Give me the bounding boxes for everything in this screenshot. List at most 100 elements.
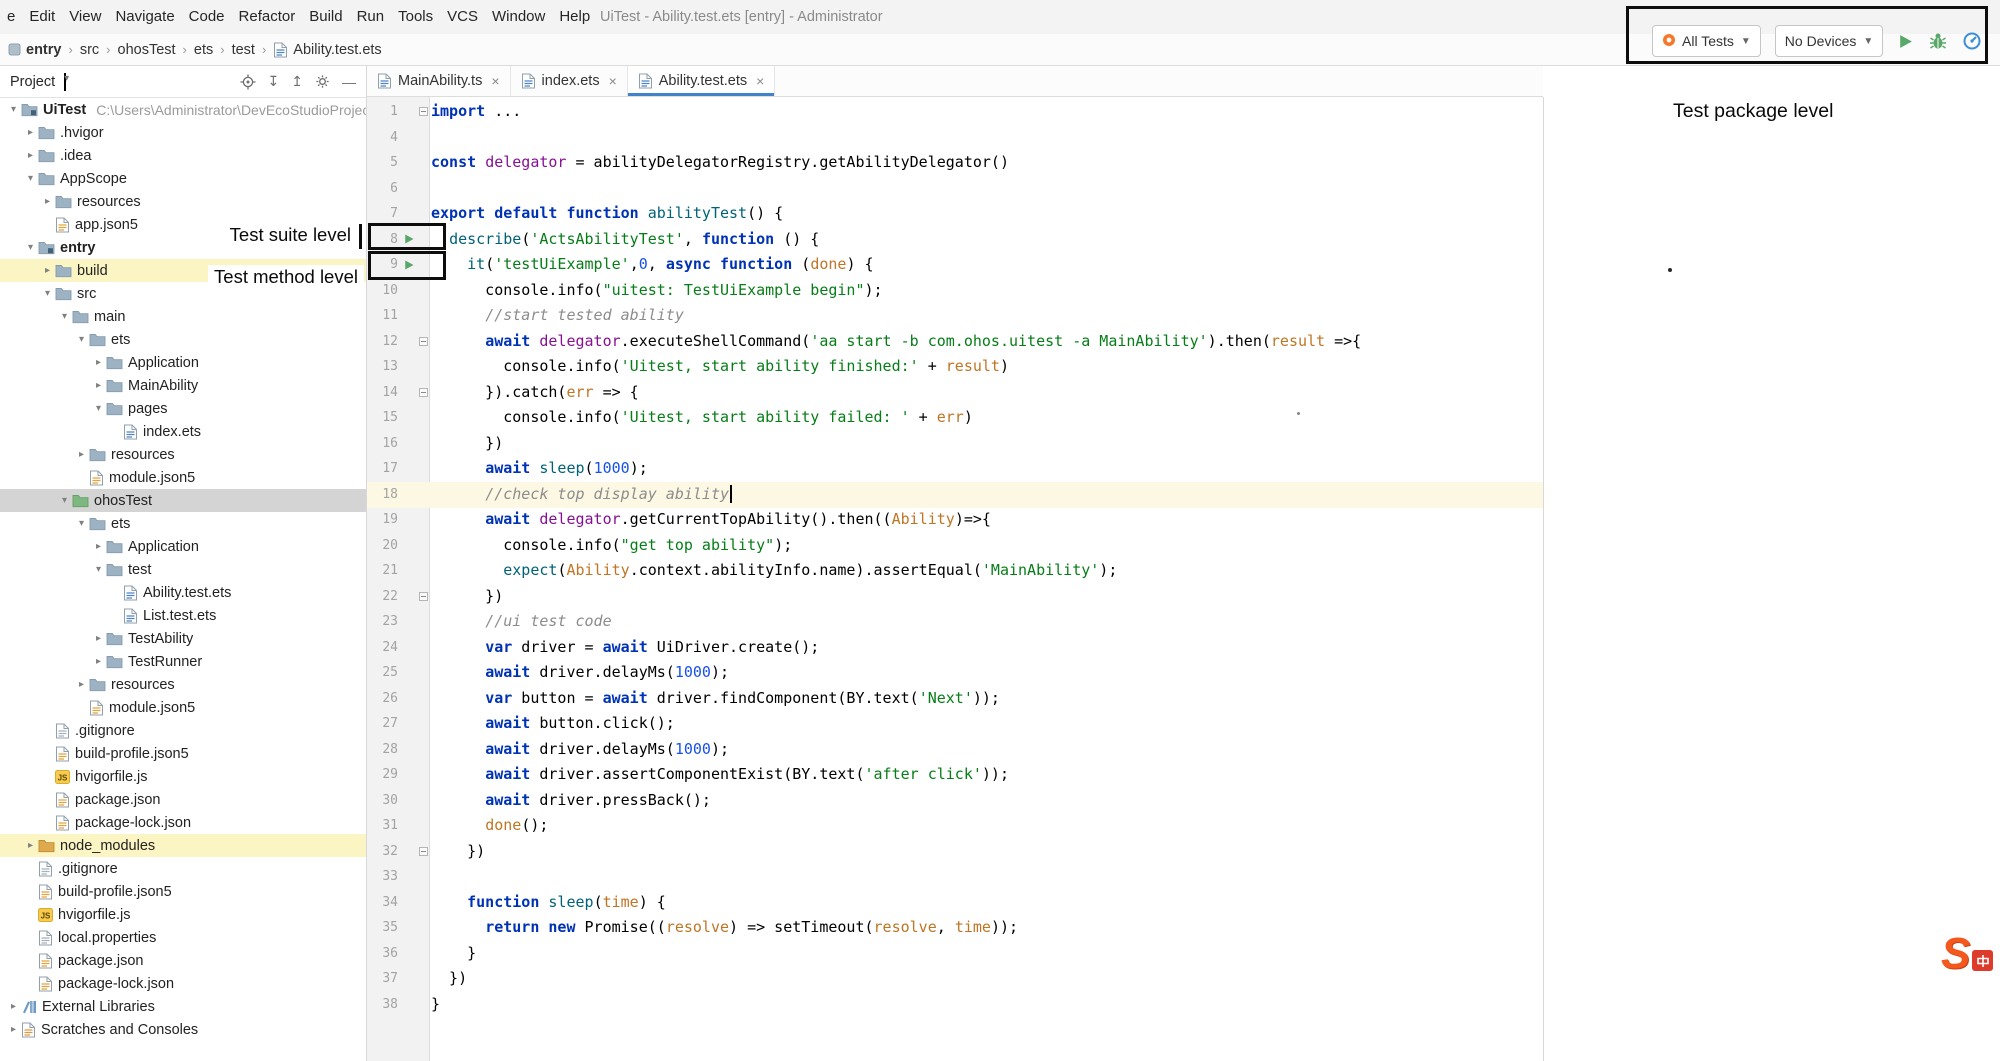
chevron-right-icon[interactable]: ▸: [23, 127, 38, 138]
tree-item-build-profile-json5[interactable]: build-profile.json5: [0, 880, 366, 903]
fold-marker-icon[interactable]: [419, 337, 428, 346]
tab-ability-test-ets[interactable]: Ability.test.ets×: [628, 66, 776, 96]
tree-item-resources[interactable]: ▸resources: [0, 673, 366, 696]
tree-item-gitignore[interactable]: .gitignore: [0, 719, 366, 742]
chevron-right-icon[interactable]: ▸: [91, 656, 106, 667]
menu-item-e[interactable]: e: [0, 0, 22, 34]
ime-logo[interactable]: S: [1941, 934, 1970, 974]
tree-item-package-json[interactable]: package.json: [0, 949, 366, 972]
tree-item-ets[interactable]: ▾ets: [0, 328, 366, 351]
chevron-down-icon[interactable]: ▾: [91, 403, 106, 414]
code-editor[interactable]: import ...const delegator = abilityDeleg…: [431, 99, 1361, 1017]
tree-item-node-modules[interactable]: ▸node_modules: [0, 834, 366, 857]
tree-item-list-test-ets[interactable]: List.test.ets: [0, 604, 366, 627]
locate-file-icon[interactable]: [240, 74, 256, 90]
tree-item-test[interactable]: ▾test: [0, 558, 366, 581]
tree-item-resources[interactable]: ▸resources: [0, 190, 366, 213]
tree-item-testability[interactable]: ▸TestAbility: [0, 627, 366, 650]
breadcrumb-item-ability-test-ets[interactable]: Ability.test.ets: [293, 42, 381, 58]
tree-item-package-lock-json[interactable]: package-lock.json: [0, 972, 366, 995]
tree-item-external-libraries[interactable]: ▸External Libraries: [0, 995, 366, 1018]
tree-item-index-ets[interactable]: index.ets: [0, 420, 366, 443]
menu-item-tools[interactable]: Tools: [391, 0, 440, 34]
menu-item-navigate[interactable]: Navigate: [108, 0, 181, 34]
tree-item-module-json5[interactable]: module.json5: [0, 466, 366, 489]
chevron-right-icon[interactable]: ▸: [40, 265, 55, 276]
tree-item-package-lock-json[interactable]: package-lock.json: [0, 811, 366, 834]
chevron-right-icon[interactable]: ▸: [23, 840, 38, 851]
tree-item-pages[interactable]: ▾pages: [0, 397, 366, 420]
chevron-down-icon[interactable]: ▾: [6, 104, 21, 115]
menu-item-build[interactable]: Build: [302, 0, 349, 34]
chevron-down-icon[interactable]: ▾: [91, 564, 106, 575]
chevron-down-icon[interactable]: ▾: [23, 242, 38, 253]
tree-item-package-json[interactable]: package.json: [0, 788, 366, 811]
menu-item-window[interactable]: Window: [485, 0, 552, 34]
breadcrumb-item-test[interactable]: test: [232, 42, 255, 58]
ime-mode-chinese-icon[interactable]: [1972, 950, 1993, 971]
expand-all-icon[interactable]: ↥: [291, 73, 303, 90]
fold-marker-icon[interactable]: [419, 388, 428, 397]
breadcrumb-item-src[interactable]: src: [80, 42, 99, 58]
chevron-right-icon[interactable]: ▸: [91, 357, 106, 368]
tree-item-application[interactable]: ▸Application: [0, 535, 366, 558]
tree-item-main[interactable]: ▾main: [0, 305, 366, 328]
menu-item-run[interactable]: Run: [350, 0, 392, 34]
tree-item-hvigorfile-js[interactable]: JShvigorfile.js: [0, 765, 366, 788]
tree-item-hvigorfile-js[interactable]: JShvigorfile.js: [0, 903, 366, 926]
tree-item-module-json5[interactable]: module.json5: [0, 696, 366, 719]
close-tab-icon[interactable]: ×: [491, 73, 499, 89]
chevron-right-icon[interactable]: ▸: [6, 1024, 21, 1035]
chevron-right-icon[interactable]: ▸: [23, 150, 38, 161]
project-view-selector[interactable]: Project ▾: [10, 73, 66, 91]
collapse-all-icon[interactable]: ↧: [268, 73, 280, 90]
chevron-right-icon[interactable]: ▸: [40, 196, 55, 207]
tab-index-ets[interactable]: index.ets×: [511, 66, 628, 96]
fold-marker-icon[interactable]: [419, 107, 428, 116]
breadcrumb-item-entry[interactable]: entry: [26, 42, 61, 58]
breadcrumb-item-ohostest[interactable]: ohosTest: [118, 42, 176, 58]
chevron-down-icon[interactable]: ▾: [40, 288, 55, 299]
tree-item-application[interactable]: ▸Application: [0, 351, 366, 374]
close-tab-icon[interactable]: ×: [609, 73, 617, 89]
chevron-down-icon[interactable]: ▾: [57, 495, 72, 506]
ime-toolbar[interactable]: S: [1941, 934, 1993, 974]
chevron-down-icon[interactable]: ▾: [74, 334, 89, 345]
tree-item-uitest[interactable]: ▾UiTestC:\Users\Administrator\DevEcoStud…: [0, 98, 366, 121]
tree-item-scratches-and-consoles[interactable]: ▸Scratches and Consoles: [0, 1018, 366, 1041]
tree-item-idea[interactable]: ▸.idea: [0, 144, 366, 167]
tree-item-mainability[interactable]: ▸MainAbility: [0, 374, 366, 397]
close-tab-icon[interactable]: ×: [756, 73, 764, 89]
tree-item-gitignore[interactable]: .gitignore: [0, 857, 366, 880]
chevron-down-icon[interactable]: ▾: [74, 518, 89, 529]
hide-panel-icon[interactable]: —: [342, 74, 356, 90]
chevron-right-icon[interactable]: ▸: [91, 380, 106, 391]
chevron-right-icon[interactable]: ▸: [6, 1001, 21, 1012]
menu-item-code[interactable]: Code: [182, 0, 232, 34]
tree-item-local-properties[interactable]: local.properties: [0, 926, 366, 949]
chevron-down-icon[interactable]: ▾: [57, 311, 72, 322]
chevron-right-icon[interactable]: ▸: [91, 541, 106, 552]
tree-item-resources[interactable]: ▸resources: [0, 443, 366, 466]
settings-gear-icon[interactable]: [315, 74, 330, 89]
tree-item-hvigor[interactable]: ▸.hvigor: [0, 121, 366, 144]
chevron-right-icon[interactable]: ▸: [91, 633, 106, 644]
tree-item-build-profile-json5[interactable]: build-profile.json5: [0, 742, 366, 765]
menu-item-help[interactable]: Help: [552, 0, 597, 34]
fold-marker-icon[interactable]: [419, 592, 428, 601]
tree-item-testrunner[interactable]: ▸TestRunner: [0, 650, 366, 673]
menu-item-view[interactable]: View: [62, 0, 108, 34]
menu-item-edit[interactable]: Edit: [22, 0, 62, 34]
chevron-right-icon[interactable]: ▸: [74, 679, 89, 690]
tab-mainability-ts[interactable]: MainAbility.ts×: [367, 66, 511, 96]
menu-item-vcs[interactable]: VCS: [440, 0, 485, 34]
breadcrumb-item-ets[interactable]: ets: [194, 42, 213, 58]
tree-item-appscope[interactable]: ▾AppScope: [0, 167, 366, 190]
tree-item-ohostest[interactable]: ▾ohosTest: [0, 489, 366, 512]
tree-item-ability-test-ets[interactable]: Ability.test.ets: [0, 581, 366, 604]
chevron-down-icon[interactable]: ▾: [23, 173, 38, 184]
fold-marker-icon[interactable]: [419, 847, 428, 856]
menu-item-refactor[interactable]: Refactor: [232, 0, 303, 34]
chevron-right-icon[interactable]: ▸: [74, 449, 89, 460]
tree-item-ets[interactable]: ▾ets: [0, 512, 366, 535]
